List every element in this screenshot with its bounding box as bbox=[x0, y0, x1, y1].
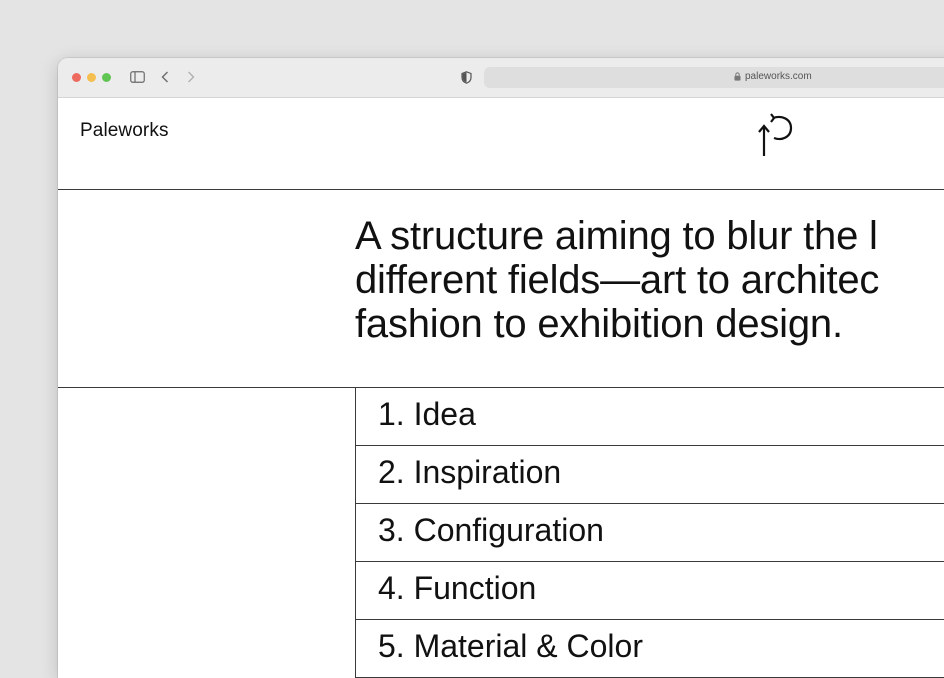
browser-window: paleworks.com Paleworks A structure aimi… bbox=[58, 58, 944, 678]
page-headline: A structure aiming to blur the l differe… bbox=[355, 214, 880, 346]
web-page: Paleworks A structure aiming to blur the… bbox=[58, 98, 944, 678]
zoom-window-button[interactable] bbox=[102, 73, 111, 82]
chevron-right-icon[interactable] bbox=[184, 69, 198, 85]
shield-icon[interactable] bbox=[459, 69, 473, 85]
list-item-label: 2. Inspiration bbox=[378, 454, 562, 490]
arrow-p-logo[interactable] bbox=[758, 110, 798, 162]
url-text: paleworks.com bbox=[745, 71, 812, 82]
list-item-idea[interactable]: 1. Idea bbox=[356, 388, 944, 446]
sidebar-icon[interactable] bbox=[128, 69, 146, 85]
process-list: 1. Idea 2. Inspiration 3. Configuration … bbox=[356, 388, 944, 678]
minimize-window-button[interactable] bbox=[87, 73, 96, 82]
header-divider bbox=[58, 189, 944, 190]
list-item-label: 4. Function bbox=[378, 570, 537, 606]
close-window-button[interactable] bbox=[72, 73, 81, 82]
address-bar[interactable]: paleworks.com bbox=[484, 67, 944, 88]
site-brand-link[interactable]: Paleworks bbox=[80, 120, 169, 142]
list-item-label: 5. Material & Color bbox=[378, 628, 643, 664]
lock-icon bbox=[734, 72, 741, 81]
list-item-label: 3. Configuration bbox=[378, 512, 604, 548]
list-item-label: 1. Idea bbox=[378, 396, 476, 432]
list-item-function[interactable]: 4. Function bbox=[356, 562, 944, 620]
list-item-inspiration[interactable]: 2. Inspiration bbox=[356, 446, 944, 504]
chevron-left-icon[interactable] bbox=[158, 69, 172, 85]
list-item-material-color[interactable]: 5. Material & Color bbox=[356, 620, 944, 678]
url-display: paleworks.com bbox=[734, 71, 812, 82]
browser-toolbar: paleworks.com bbox=[58, 58, 944, 98]
list-item-configuration[interactable]: 3. Configuration bbox=[356, 504, 944, 562]
